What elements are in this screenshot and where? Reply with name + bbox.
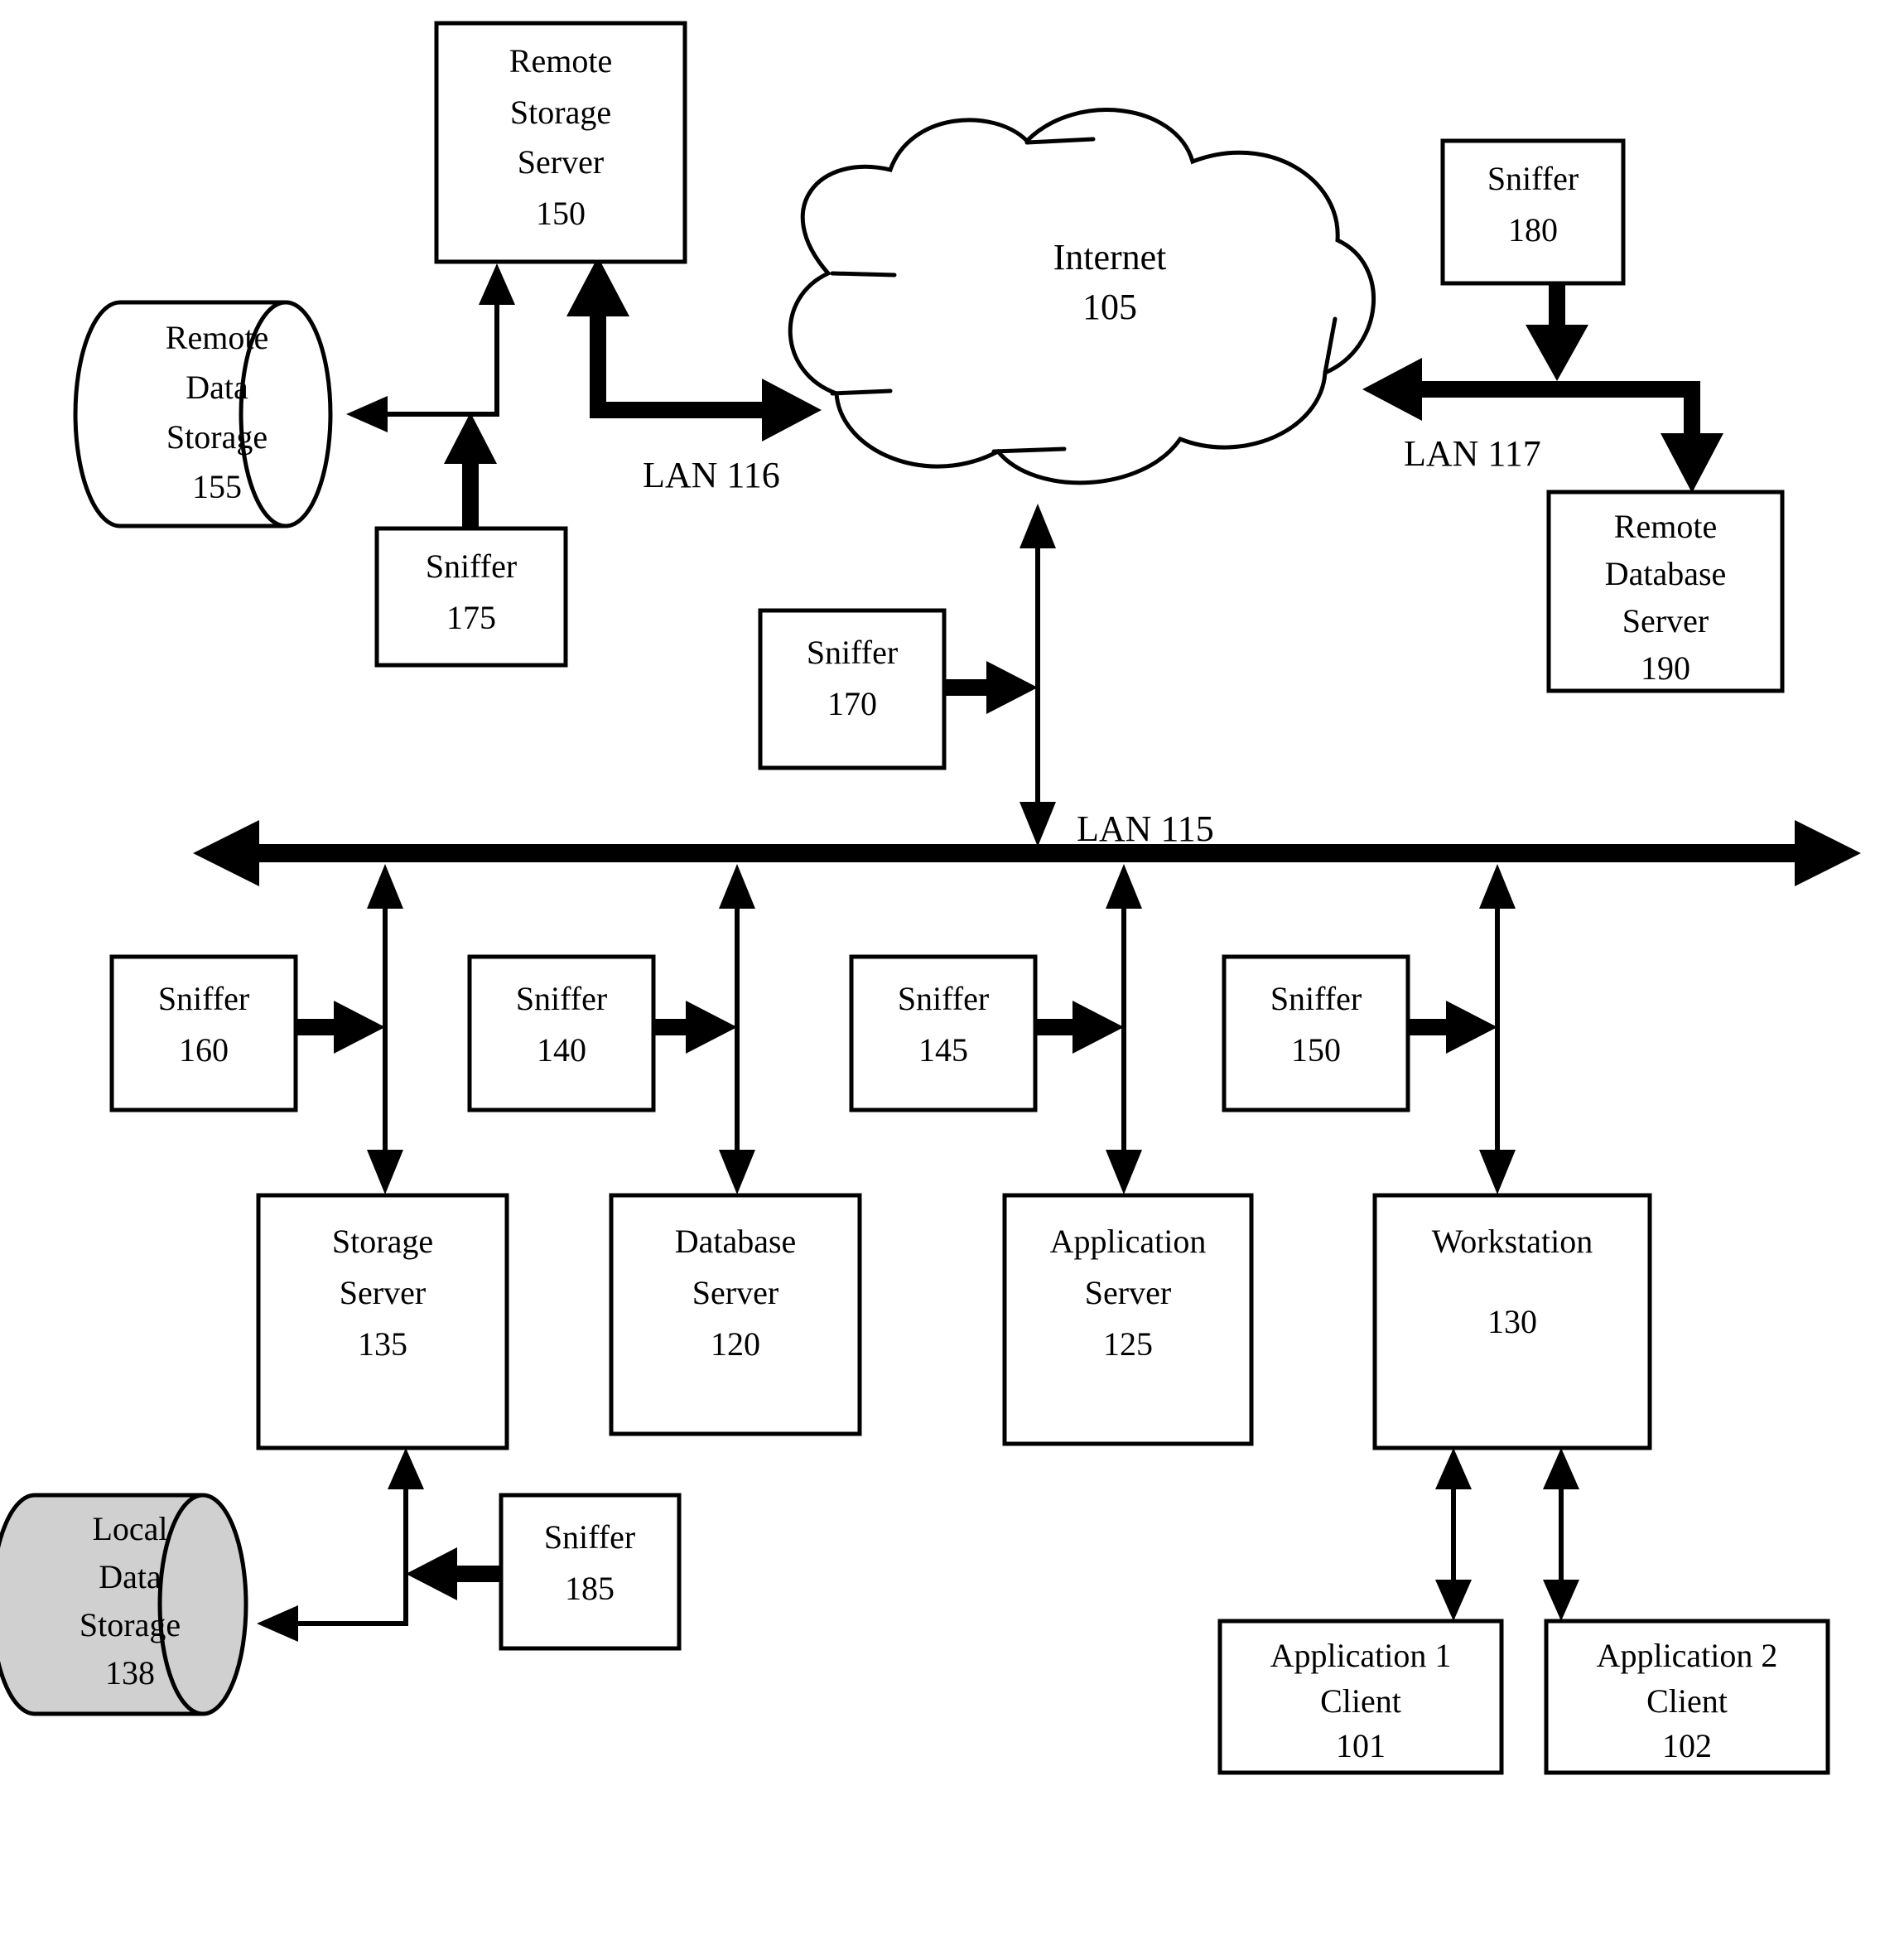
- remote-data-storage-ref: 155: [192, 468, 242, 505]
- node-sniffer-140[interactable]: Sniffer 140: [467, 954, 656, 1112]
- sniffer-140-line1: Sniffer: [516, 980, 607, 1017]
- link-sniffer-180-down: [1526, 282, 1588, 381]
- node-storage-server[interactable]: Storage Server 135: [256, 1193, 509, 1450]
- node-workstation[interactable]: Workstation 130: [1372, 1193, 1652, 1450]
- sniffer-175-ref: 175: [446, 599, 496, 636]
- database-server-ref: 120: [711, 1325, 760, 1363]
- link-storage-server-to-local-data-storage: [257, 1448, 424, 1642]
- internet-label: Internet: [1053, 237, 1167, 277]
- node-database-server[interactable]: Database Server 120: [609, 1193, 862, 1436]
- workstation-line1: Workstation: [1432, 1223, 1593, 1260]
- node-application-server[interactable]: Application Server 125: [1002, 1193, 1254, 1446]
- node-local-data-storage[interactable]: Local Data Storage 138: [0, 1493, 248, 1716]
- lan-115-bus: [193, 820, 1861, 886]
- remote-database-server-line2: Database: [1605, 555, 1727, 592]
- node-sniffer-180[interactable]: Sniffer 180: [1440, 138, 1626, 286]
- remote-storage-server-line1: Remote: [509, 42, 612, 80]
- remote-data-storage-line3: Storage: [166, 418, 268, 456]
- remote-storage-server-line3: Server: [518, 143, 604, 181]
- link-workstation-to-application-2-client: [1543, 1448, 1579, 1621]
- node-sniffer-150-bus[interactable]: Sniffer 150: [1222, 954, 1410, 1112]
- application-2-client-line2: Client: [1646, 1682, 1728, 1720]
- lan-117-label: LAN 117: [1404, 433, 1541, 474]
- remote-database-server-ref: 190: [1641, 649, 1690, 687]
- node-remote-storage-server[interactable]: Remote Storage Server 150: [434, 21, 687, 264]
- local-data-storage-ref: 138: [105, 1654, 155, 1691]
- node-remote-database-server[interactable]: Remote Database Server 190: [1546, 490, 1785, 693]
- application-1-client-line1: Application 1: [1270, 1637, 1452, 1674]
- node-sniffer-185[interactable]: Sniffer 185: [499, 1493, 682, 1651]
- link-sniffer-150-to-bus-link: [1402, 1001, 1497, 1054]
- storage-server-line1: Storage: [332, 1223, 433, 1260]
- sniffer-185-ref: 185: [565, 1570, 615, 1607]
- application-server-ref: 125: [1103, 1325, 1153, 1363]
- sniffer-145-line1: Sniffer: [898, 980, 989, 1017]
- local-data-storage-line1: Local: [92, 1510, 167, 1547]
- application-1-client-ref: 101: [1336, 1727, 1386, 1764]
- storage-server-ref: 135: [358, 1325, 407, 1363]
- sniffer-145-ref: 145: [918, 1031, 968, 1069]
- sniffer-180-ref: 180: [1508, 211, 1558, 249]
- sniffer-180-line1: Sniffer: [1487, 160, 1579, 197]
- workstation-ref: 130: [1487, 1303, 1537, 1340]
- sniffer-140-ref: 140: [537, 1031, 586, 1069]
- application-2-client-ref: 102: [1662, 1727, 1712, 1764]
- node-internet-cloud[interactable]: Internet 105: [788, 108, 1376, 485]
- sniffer-170-ref: 170: [827, 685, 877, 722]
- storage-server-line2: Server: [340, 1274, 426, 1311]
- link-sniffer-145-to-bus-link: [1029, 1001, 1124, 1054]
- link-sniffer-170-to-internet-link: [944, 661, 1038, 714]
- node-sniffer-145[interactable]: Sniffer 145: [849, 954, 1038, 1112]
- sniffer-150-line1: Sniffer: [1270, 980, 1362, 1017]
- node-remote-data-storage[interactable]: Remote Data Storage 155: [73, 300, 333, 528]
- network-diagram: Remote Storage Server 150 Remote Data St…: [0, 0, 1904, 1935]
- link-remote-storage-server-to-remote-data-storage: [346, 263, 515, 432]
- lan-115-label: LAN 115: [1077, 808, 1214, 849]
- node-sniffer-160[interactable]: Sniffer 160: [109, 954, 298, 1112]
- application-server-line1: Application: [1050, 1223, 1207, 1260]
- link-internet-to-lan-115: [1019, 504, 1056, 847]
- database-server-line2: Server: [692, 1274, 778, 1311]
- remote-data-storage-line2: Data: [186, 369, 248, 406]
- sniffer-160-line1: Sniffer: [158, 980, 249, 1017]
- link-sniffer-185-to-storage-link: [406, 1547, 504, 1600]
- application-2-client-line1: Application 2: [1597, 1637, 1778, 1674]
- remote-storage-server-line2: Storage: [510, 94, 611, 131]
- remote-database-server-line3: Server: [1622, 602, 1709, 639]
- link-sniffer-160-to-bus-link: [292, 1001, 385, 1054]
- link-workstation-to-application-1-client: [1435, 1448, 1472, 1621]
- sniffer-170-line1: Sniffer: [807, 634, 898, 671]
- node-application-2-client[interactable]: Application 2 Client 102: [1544, 1619, 1830, 1775]
- remote-database-server-line1: Remote: [1614, 508, 1717, 545]
- sniffer-160-ref: 160: [179, 1031, 229, 1069]
- local-data-storage-line2: Data: [99, 1558, 161, 1595]
- node-application-1-client[interactable]: Application 1 Client 101: [1217, 1619, 1504, 1775]
- remote-data-storage-line1: Remote: [166, 319, 268, 356]
- sniffer-150-ref: 150: [1291, 1031, 1341, 1069]
- link-sniffer-175-to-remote-storage-link: [444, 413, 497, 528]
- link-sniffer-140-to-bus-link: [650, 1001, 737, 1054]
- application-server-line2: Server: [1085, 1274, 1171, 1311]
- sniffer-175-line1: Sniffer: [426, 548, 517, 585]
- node-sniffer-170[interactable]: Sniffer 170: [758, 608, 947, 770]
- database-server-line1: Database: [675, 1223, 797, 1260]
- lan-116-label: LAN 116: [643, 455, 780, 495]
- node-sniffer-175[interactable]: Sniffer 175: [374, 526, 568, 668]
- sniffer-185-line1: Sniffer: [544, 1518, 635, 1556]
- local-data-storage-line3: Storage: [80, 1606, 181, 1643]
- internet-ref: 105: [1082, 287, 1137, 327]
- application-1-client-line2: Client: [1320, 1682, 1401, 1720]
- link-lan-116: [566, 257, 822, 442]
- remote-storage-server-ref: 150: [536, 195, 586, 232]
